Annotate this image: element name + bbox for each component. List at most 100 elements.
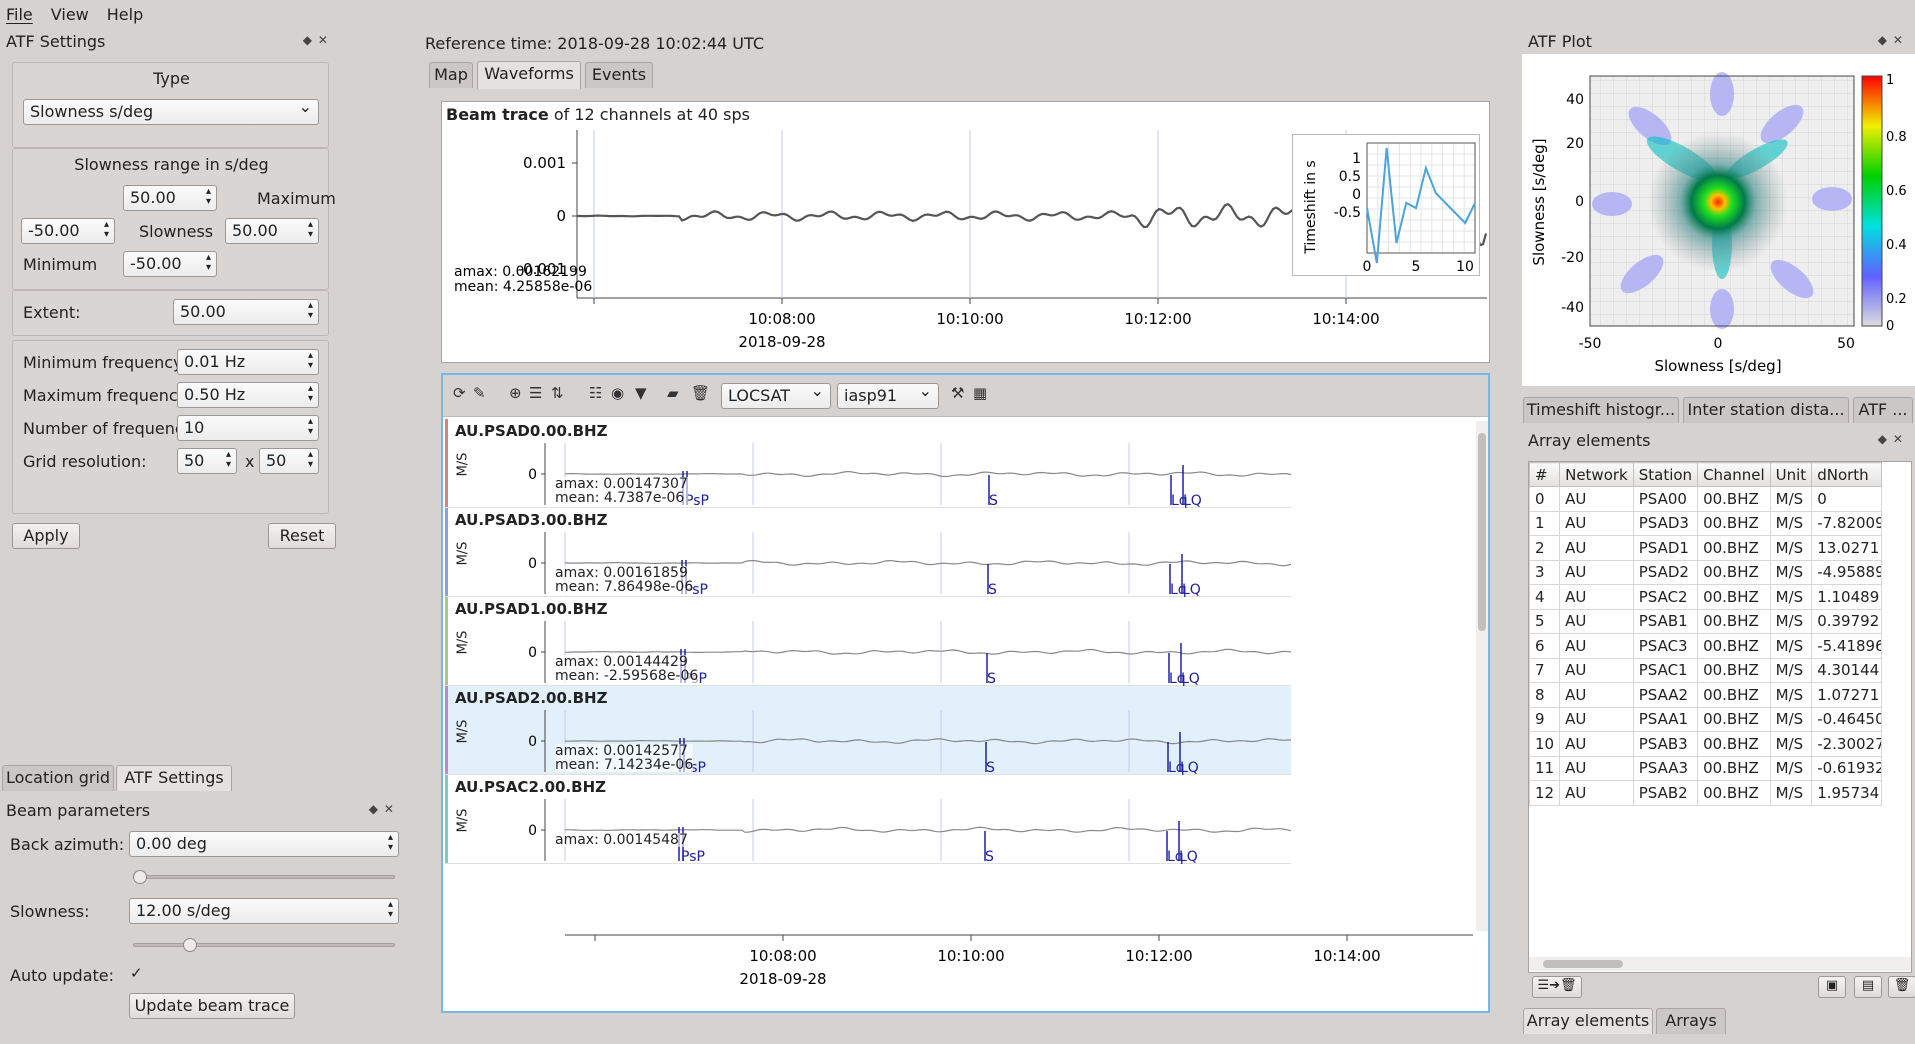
menu-file[interactable]: File [6, 5, 33, 24]
phase-s[interactable]: S [985, 849, 994, 864]
refresh-icon[interactable]: ⟳ [453, 384, 466, 402]
slowness-slider-handle[interactable] [182, 938, 197, 952]
min-y-spin[interactable]: -50.00 [123, 251, 217, 277]
phase-LQ[interactable]: LQ [1180, 760, 1199, 775]
dock-float-close-icon[interactable]: ◆✕ [303, 33, 334, 47]
phase-s[interactable]: S [986, 760, 995, 775]
array-col-header[interactable]: Unit [1769, 462, 1813, 487]
wand-icon[interactable]: ⚒ [951, 384, 964, 402]
phase-psp[interactable]: PsP [685, 493, 709, 508]
min-x-spin[interactable]: -50.00 [21, 218, 115, 244]
save-as-icon[interactable]: ▤ [1854, 976, 1882, 998]
locator-combo[interactable]: LOCSAT [721, 383, 831, 409]
sort-icon[interactable]: ⇅ [551, 384, 564, 402]
table-row[interactable]: 11 AU PSAA3 00.BHZ M/S -0.61932 [1529, 755, 1883, 781]
reset-button[interactable]: Reset [268, 523, 336, 549]
atf-plot-float-close-icon[interactable]: ◆✕ [1878, 33, 1909, 47]
table-row[interactable]: 12 AU PSAB2 00.BHZ M/S 1.95734 [1529, 780, 1883, 806]
list-move-delete-icon[interactable]: ☰➔🗑 [1532, 976, 1582, 998]
trash-icon[interactable]: 🗑 [691, 384, 710, 402]
tab-waveforms[interactable]: Waveforms [477, 61, 581, 89]
array-col-header[interactable]: Channel [1697, 462, 1771, 487]
tab-inter-station-distance[interactable]: Inter station dista... [1683, 397, 1849, 423]
extent-spin[interactable]: 50.00 [173, 299, 319, 325]
array-hscroll-thumb[interactable] [1543, 960, 1623, 968]
folder-icon[interactable]: ▰ [667, 384, 679, 402]
table-row[interactable]: 3 AU PSAD2 00.BHZ M/S -4.95889 [1529, 559, 1883, 585]
auto-update-checkbox[interactable]: ✓ [130, 964, 143, 982]
table-row[interactable]: 2 AU PSAD1 00.BHZ M/S 13.0271 [1529, 535, 1883, 561]
tab-atf-settings[interactable]: ATF Settings [116, 765, 232, 791]
delete-icon[interactable]: 🗑 [1888, 976, 1915, 998]
minfreq-spin[interactable]: 0.01 Hz [177, 349, 319, 375]
scrollbar-thumb[interactable] [1478, 433, 1486, 631]
trace-row[interactable]: AU.PSAC2.00.BHZ M/S 0 PsP S Lq LQ amax: … [445, 775, 1291, 864]
crosshair-icon[interactable]: ⊕ [509, 384, 522, 402]
slowness-slider[interactable] [133, 943, 395, 947]
table-icon[interactable]: ▦ [973, 384, 987, 402]
baz-spin[interactable]: 0.00 deg [129, 831, 399, 857]
maxfreq-spin[interactable]: 0.50 Hz [177, 382, 319, 408]
menu-help[interactable]: Help [107, 5, 143, 24]
table-row[interactable]: 7 AU PSAC1 00.BHZ M/S 4.30144 [1529, 657, 1883, 683]
table-row[interactable]: 0 AU PSA00 00.BHZ M/S 0 [1529, 486, 1883, 512]
grid-y-spin[interactable]: 50 [259, 448, 319, 474]
grid-x-spin[interactable]: 50 [177, 448, 237, 474]
model-combo[interactable]: iasp91 [837, 383, 939, 409]
update-beam-button[interactable]: Update beam trace [129, 993, 295, 1019]
type-combo[interactable]: Slowness s/deg [23, 99, 319, 125]
table-row[interactable]: 8 AU PSAA2 00.BHZ M/S 1.07271 [1529, 682, 1883, 708]
array-col-header[interactable]: Station [1632, 462, 1699, 487]
tab-array-elements[interactable]: Array elements [1523, 1008, 1653, 1034]
slowness-spin[interactable]: 12.00 s/deg [129, 898, 399, 924]
baz-label: Back azimuth: [10, 835, 125, 854]
trace-row[interactable]: AU.PSAD1.00.BHZ M/S 0 PsP S Lq LQ amax: … [445, 597, 1291, 686]
save-icon[interactable]: ▣ [1818, 976, 1846, 998]
array-col-header[interactable]: Network [1559, 462, 1634, 487]
list-icon[interactable]: ☷ [589, 384, 602, 402]
table-row[interactable]: 10 AU PSAB3 00.BHZ M/S -2.30027 [1529, 731, 1883, 757]
phase-s[interactable]: S [989, 493, 998, 508]
table-row[interactable]: 6 AU PSAC3 00.BHZ M/S -5.41896 [1529, 633, 1883, 659]
tab-events[interactable]: Events [585, 62, 653, 88]
table-row[interactable]: 5 AU PSAB1 00.BHZ M/S 0.39792 [1529, 608, 1883, 634]
trace-row[interactable]: AU.PSAD3.00.BHZ M/S 0 PsP S Lq LQ amax: … [445, 508, 1291, 597]
phase-LQ[interactable]: LQ [1181, 671, 1200, 686]
phase-LQ[interactable]: LQ [1179, 849, 1198, 864]
table-cell: 00.BHZ [1697, 780, 1771, 806]
phase-LQ[interactable]: LQ [1182, 582, 1201, 597]
table-cell: PSAB3 [1632, 731, 1699, 757]
menu-view[interactable]: View [51, 5, 89, 24]
phase-psp[interactable]: PsP [681, 849, 705, 864]
max-y-spin[interactable]: 50.00 [123, 185, 217, 211]
apply-button[interactable]: Apply [12, 523, 80, 549]
phase-s[interactable]: S [988, 582, 997, 597]
array-col-header[interactable]: dNorth [1811, 462, 1883, 487]
trace-row[interactable]: AU.PSAD2.00.BHZ M/S 0 PsP S Lq LQ amax: … [445, 686, 1291, 775]
table-row[interactable]: 9 AU PSAA1 00.BHZ M/S -0.46450 [1529, 706, 1883, 732]
beam-dock-float-close-icon[interactable]: ◆✕ [369, 802, 400, 816]
phase-LQ[interactable]: LQ [1183, 493, 1202, 508]
nfreq-spin[interactable]: 10 [177, 415, 319, 441]
table-row[interactable]: 4 AU PSAC2 00.BHZ M/S 1.10489 [1529, 584, 1883, 610]
table-cell: 1.07271 [1811, 682, 1883, 708]
tab-location-grid[interactable]: Location grid [2, 765, 114, 791]
max-x-spin[interactable]: 50.00 [225, 218, 319, 244]
tab-atf[interactable]: ATF ... [1853, 397, 1913, 423]
phase-s[interactable]: S [987, 671, 996, 686]
filter-icon[interactable]: ▼ [635, 384, 647, 402]
tab-map[interactable]: Map [429, 62, 473, 88]
tab-arrays[interactable]: Arrays [1656, 1008, 1726, 1034]
pick-icon[interactable]: ✎ [473, 384, 486, 402]
eye-icon[interactable]: ◉ [611, 384, 624, 402]
baz-slider-handle[interactable] [133, 870, 147, 884]
tab-timeshift-histogram[interactable]: Timeshift histogr... [1523, 397, 1679, 423]
array-col-header[interactable]: # [1529, 462, 1561, 487]
traces-scrollbar[interactable] [1476, 421, 1488, 931]
align-icon[interactable]: ☰ [529, 384, 542, 402]
trace-row[interactable]: AU.PSAD0.00.BHZ M/S 0 PsP S Lq LQ amax: … [445, 419, 1291, 508]
array-float-close-icon[interactable]: ◆✕ [1878, 432, 1909, 446]
baz-slider[interactable] [133, 875, 395, 879]
array-hscrollbar[interactable] [1529, 957, 1911, 971]
table-row[interactable]: 1 AU PSAD3 00.BHZ M/S -7.82009 [1529, 510, 1883, 536]
